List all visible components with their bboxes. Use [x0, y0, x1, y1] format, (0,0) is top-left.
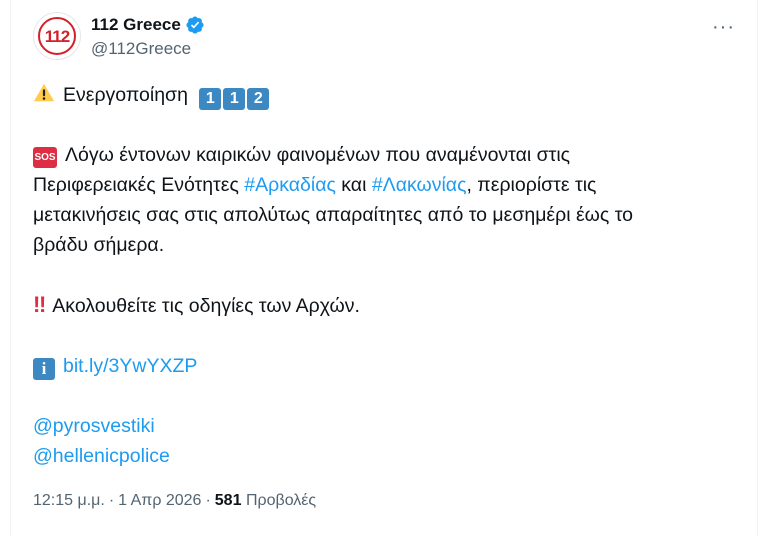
- verified-badge-icon: [186, 16, 204, 34]
- display-name[interactable]: 112 Greece: [91, 15, 181, 35]
- user-handle[interactable]: @112Greece: [91, 39, 191, 59]
- sos-icon: SOS: [33, 147, 57, 168]
- tweet-body: Ενεργοποίηση 112 SOS Λόγω έντονων καιρικώ…: [33, 80, 733, 471]
- weather-line-3: μετακινήσεις σας στις απολύτως απαραίτητ…: [33, 204, 633, 226]
- weather-text-1: Λόγω έντονων καιρικών φαινομένων που ανα…: [65, 144, 571, 166]
- views-count: 581: [214, 492, 242, 509]
- tweet-time[interactable]: 12:15 μ.μ.: [33, 492, 105, 509]
- tweet-card: 112 112 Greece @112Greece ··· Ενεργοποίη…: [10, 0, 758, 536]
- keycap-2-icon: 2: [247, 88, 270, 110]
- keycap-1-icon: 1: [223, 88, 246, 110]
- tweet-header: 112 112 Greece @112Greece ···: [33, 12, 753, 62]
- instructions-text: Ακολουθείτε τις οδηγίες των Αρχών.: [52, 295, 360, 317]
- double-exclamation-icon: ‼: [33, 292, 46, 317]
- avatar[interactable]: 112: [33, 12, 81, 60]
- weather-line-2: Περιφερειακές Ενότητες #Αρκαδίας και #Λα…: [33, 170, 733, 200]
- views-label: Προβολές: [245, 492, 317, 509]
- short-link[interactable]: bit.ly/3YwYXZP: [63, 355, 197, 377]
- tweet-date[interactable]: 1 Απρ 2026: [118, 492, 201, 509]
- instructions-line: ‼ Ακολουθείτε τις οδηγίες των Αρχών.: [33, 290, 733, 321]
- weather-text-2c: , περιορίστε τις: [466, 174, 597, 196]
- keycap-1-icon: 1: [199, 88, 222, 110]
- link-line: i bit.ly/3YwYXZP: [33, 351, 733, 381]
- tweet-meta: 12:15 μ.μ. · 1 Απρ 2026 · 581 Προβολές: [33, 492, 316, 510]
- hashtag-arkadias[interactable]: #Αρκαδίας: [244, 174, 336, 196]
- more-options-icon[interactable]: ···: [712, 16, 735, 39]
- weather-line-1: SOS Λόγω έντονων καιρικών φαινομένων που …: [33, 140, 733, 170]
- meta-separator: ·: [108, 492, 115, 509]
- activation-text: Ενεργοποίηση: [63, 84, 188, 106]
- weather-text-2a: Περιφερειακές Ενότητες: [33, 174, 245, 196]
- avatar-logo-text: 112: [44, 27, 70, 46]
- warning-icon: [33, 83, 55, 102]
- weather-line-4: βράδυ σήμερα.: [33, 234, 165, 256]
- information-icon: i: [33, 358, 55, 380]
- hashtag-lakonias[interactable]: #Λακωνίας: [372, 174, 467, 196]
- mention-hellenicpolice[interactable]: @hellenicpolice: [33, 441, 733, 471]
- weather-text-2b: και: [335, 174, 372, 196]
- mention-pyrosvestiki[interactable]: @pyrosvestiki: [33, 411, 733, 441]
- name-row: 112 Greece: [91, 14, 205, 36]
- meta-separator: ·: [205, 492, 211, 509]
- activation-line: Ενεργοποίηση 112: [33, 80, 733, 110]
